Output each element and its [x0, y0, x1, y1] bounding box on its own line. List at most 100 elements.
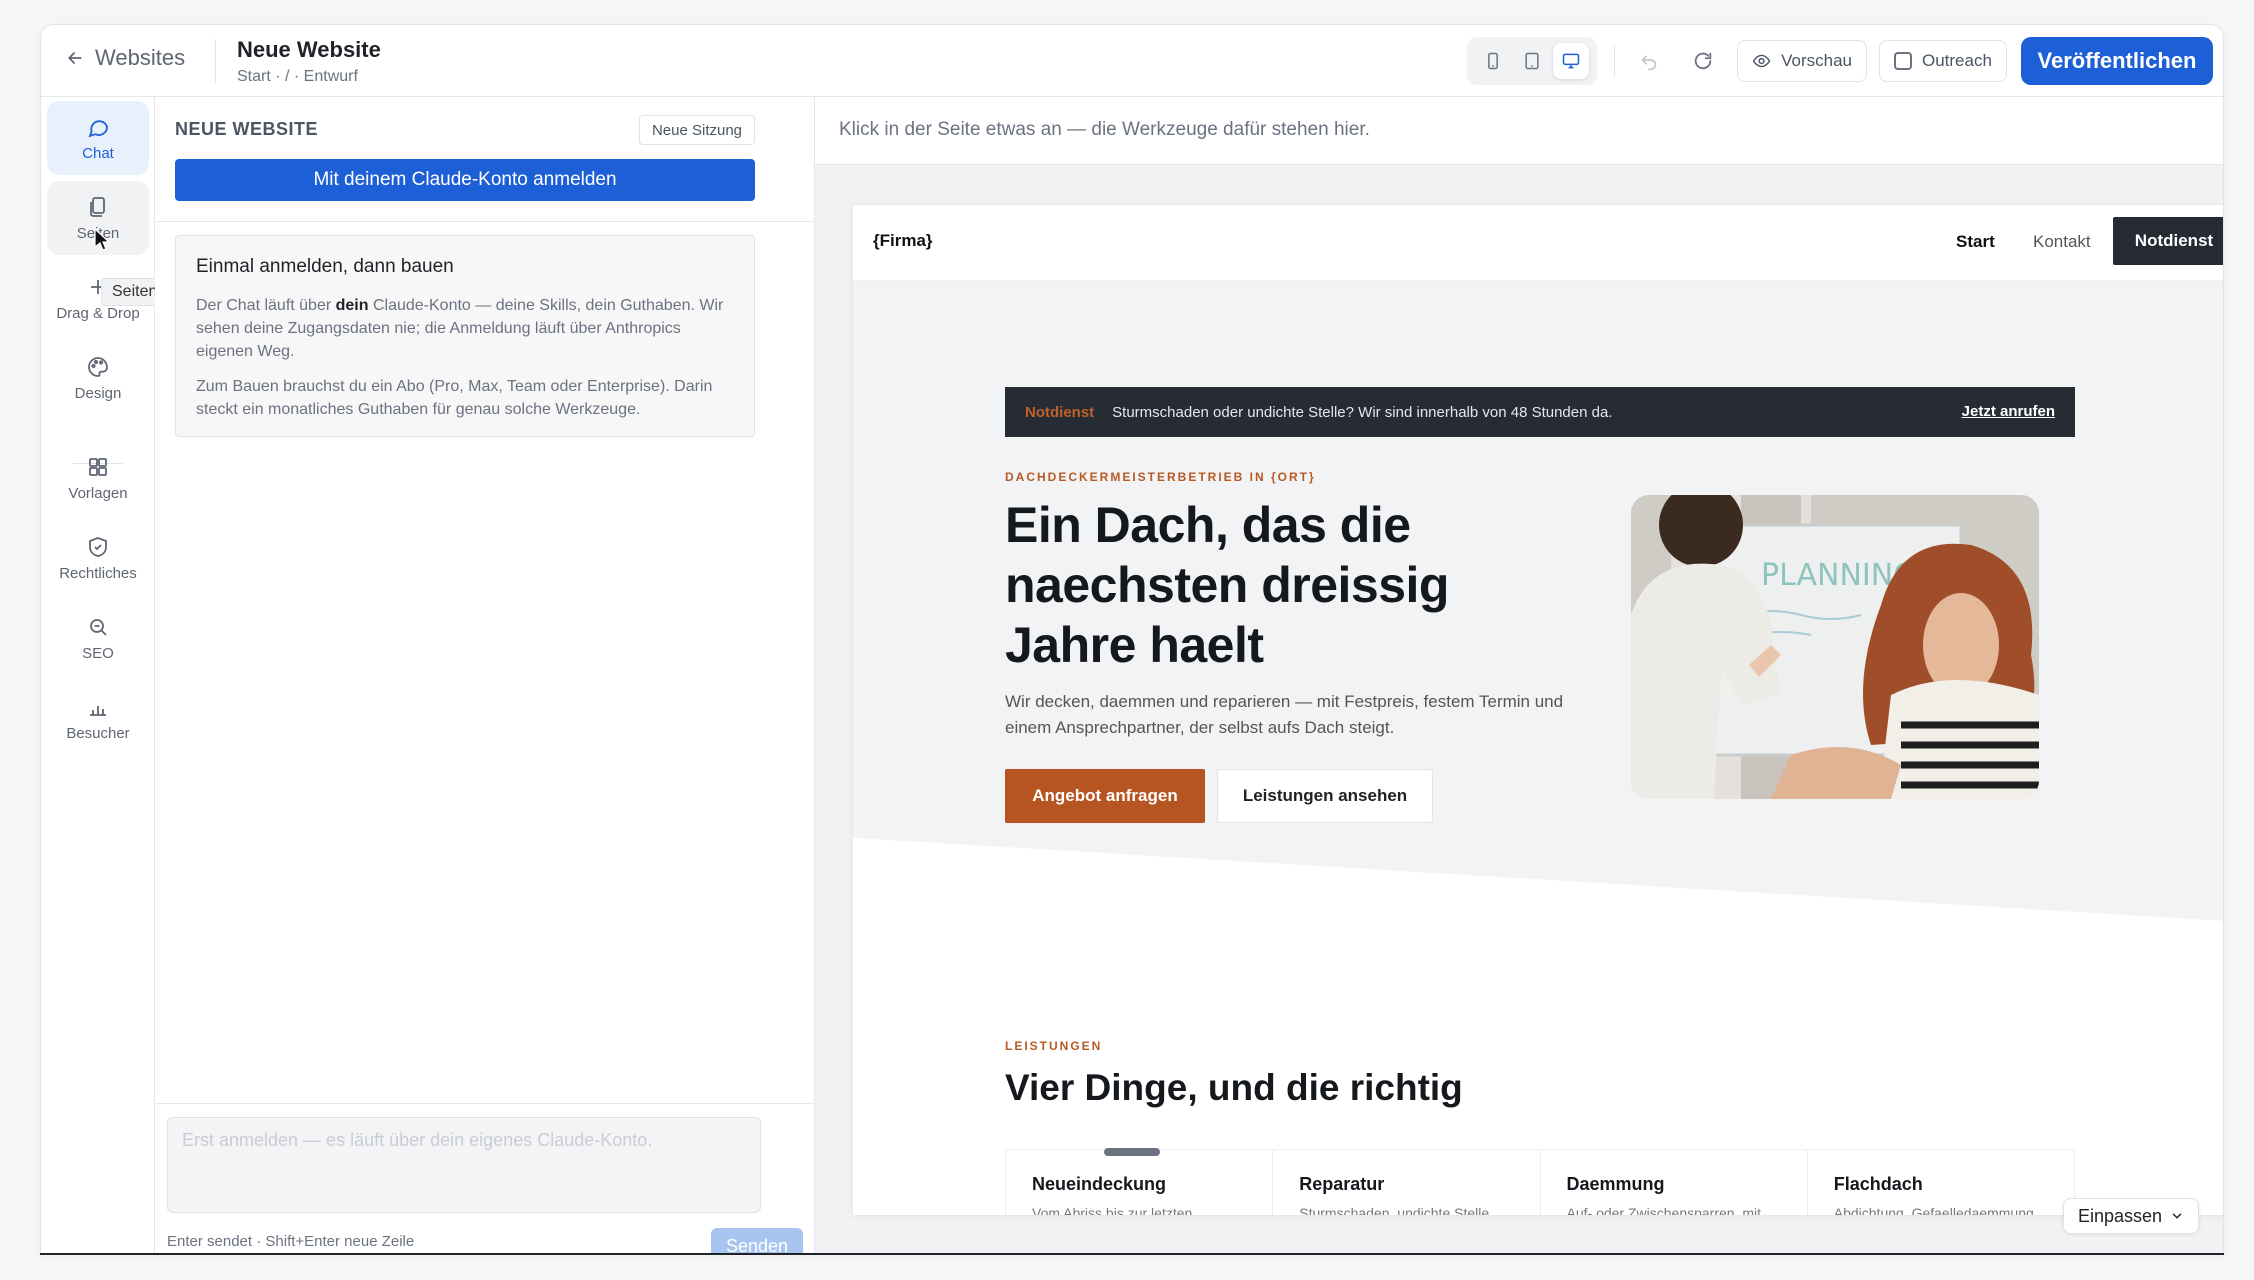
services-grid: Neueindeckung Vom Abriss bis zur letzten… — [1005, 1149, 2075, 1215]
chat-panel: NEUE WEBSITE Neue Sitzung Mit deinem Cla… — [155, 97, 815, 1253]
refresh-icon — [1694, 52, 1712, 70]
device-switcher — [1467, 37, 1597, 85]
site-title: Neue Website — [237, 37, 381, 62]
left-rail: Chat Seiten Drag & Drop Design Vorlagen … — [41, 97, 169, 1253]
divider — [155, 221, 814, 222]
grid-icon — [89, 457, 107, 476]
tablet-view-button[interactable] — [1514, 43, 1550, 79]
rail-label: Design — [74, 384, 122, 402]
palette-icon — [88, 356, 108, 377]
rail-label: Drag & Drop — [56, 304, 140, 322]
back-to-websites-link[interactable]: Websites — [65, 45, 185, 71]
service-card[interactable]: Daemmung Auf- oder Zwischensparren, mit — [1541, 1150, 1808, 1215]
send-button[interactable]: Senden — [711, 1228, 803, 1253]
banner-tag: Notdienst — [1025, 403, 1095, 421]
back-label: Websites — [95, 45, 186, 70]
arrow-left-icon — [67, 52, 82, 64]
rail-label: SEO — [82, 644, 114, 662]
chat-panel-title: NEUE WEBSITE — [175, 119, 319, 139]
site-brand[interactable]: {Firma} — [873, 231, 933, 251]
chevron-down-icon — [2172, 1213, 2182, 1219]
info-card-paragraph: Der Chat läuft über dein Claude-Konto — … — [196, 294, 734, 363]
site-breadcrumb: Start · / · Entwurf — [237, 68, 358, 85]
info-emphasis: dein — [335, 297, 369, 314]
service-text: Auf- oder Zwischensparren, mit — [1566, 1205, 1762, 1215]
canvas-hint: Klick in der Seite etwas an — die Werkze… — [815, 97, 2223, 165]
service-title: Flachdach — [1833, 1174, 1923, 1194]
mouse-cursor-icon — [94, 227, 111, 251]
info-card-paragraph: Zum Bauen brauchst du ein Abo (Pro, Max,… — [196, 378, 713, 418]
shield-check-icon — [89, 536, 107, 557]
tablet-icon — [1525, 52, 1539, 70]
rail-item-seo[interactable]: SEO — [47, 601, 149, 675]
smartphone-icon — [1487, 52, 1498, 70]
emergency-banner[interactable]: Notdienst Sturmschaden oder undichte Ste… — [1005, 387, 2075, 437]
canvas-scroll-handle[interactable] — [1104, 1148, 1160, 1156]
services-title[interactable]: Vier Dinge, und die richtig — [1005, 1067, 1463, 1109]
new-session-button[interactable]: Neue Sitzung — [639, 115, 755, 145]
request-quote-button[interactable]: Angebot anfragen — [1005, 769, 1205, 823]
app-window: Websites Neue Website Start · / · Entwur… — [40, 24, 2224, 1254]
service-text: Abdichtung, Gefaelledaemmung — [1833, 1205, 2034, 1215]
rail-label: Vorlagen — [68, 484, 128, 502]
service-title: Reparatur — [1299, 1174, 1385, 1194]
nav-emergency-button[interactable]: Notdienst — [2113, 217, 2223, 265]
team-planning-photo: PLANNING — [1631, 495, 2039, 799]
rail-label: Besucher — [66, 724, 130, 742]
fit-zoom-dropdown[interactable]: Einpassen — [2063, 1198, 2199, 1234]
call-now-link[interactable]: Jetzt anrufen — [1962, 403, 2055, 420]
website-preview-frame[interactable]: {Firma} Start Kontakt Notdienst Notdiens… — [853, 205, 2223, 1215]
chat-input[interactable] — [167, 1117, 761, 1213]
outreach-checkbox[interactable] — [1894, 52, 1912, 70]
desktop-view-button[interactable] — [1553, 43, 1590, 79]
preview-label: Vorschau — [1781, 51, 1852, 70]
rail-item-design[interactable]: Design — [47, 341, 149, 415]
banner-text: Sturmschaden oder undichte Stelle? Wir s… — [1112, 403, 1613, 421]
service-card[interactable]: Neueindeckung Vom Abriss bis zur letzten — [1006, 1150, 1274, 1215]
refresh-button[interactable] — [1685, 43, 1721, 79]
chat-bubble-icon — [88, 119, 108, 137]
rail-label: Rechtliches — [59, 564, 137, 582]
bar-chart-icon — [90, 705, 106, 716]
site-navbar: {Firma} Start Kontakt Notdienst — [853, 205, 2223, 281]
service-text: Sturmschaden, undichte Stelle — [1299, 1205, 1490, 1215]
top-bar: Websites Neue Website Start · / · Entwur… — [41, 25, 2223, 97]
service-card[interactable]: Flachdach Abdichtung, Gefaelledaemmung — [1808, 1150, 2074, 1215]
eye-icon — [1752, 54, 1771, 68]
publish-button[interactable]: Veröffentlichen — [2021, 37, 2213, 85]
outreach-label: Outreach — [1922, 51, 1992, 70]
rail-label: Chat — [82, 144, 114, 162]
mobile-view-button[interactable] — [1475, 43, 1511, 79]
keyboard-hint: Enter sendet · Shift+Enter neue Zeile — [167, 1233, 415, 1250]
rail-item-legal[interactable]: Rechtliches — [47, 521, 149, 595]
nav-link-start[interactable]: Start — [1956, 232, 1995, 252]
fit-label: Einpassen — [2077, 1205, 2163, 1226]
info-card: Einmal anmelden, dann bauen Der Chat läu… — [175, 235, 755, 437]
canvas-area: Klick in der Seite etwas an — die Werkze… — [815, 97, 2223, 1253]
hero-lead[interactable]: Wir decken, daemmen und reparieren — mit… — [1005, 689, 1565, 741]
hero-headline[interactable]: Ein Dach, das die naechsten dreissig Jah… — [1005, 495, 1565, 675]
pages-icon — [90, 196, 105, 217]
rail-item-visitors[interactable]: Besucher — [47, 681, 149, 755]
outreach-toggle[interactable]: Outreach — [1879, 40, 2007, 82]
window-bottom-edge — [40, 1253, 2224, 1255]
view-services-button[interactable]: Leistungen ansehen — [1217, 769, 1433, 823]
rail-item-templates[interactable]: Vorlagen — [47, 441, 149, 515]
divider — [1614, 45, 1615, 77]
hero-eyebrow[interactable]: DACHDECKERMEISTERBETRIEB IN {ORT} — [1005, 470, 1316, 484]
undo-button[interactable] — [1631, 43, 1667, 79]
monitor-icon — [1563, 53, 1580, 69]
search-icon — [90, 618, 107, 636]
claude-login-button[interactable]: Mit deinem Claude-Konto anmelden — [175, 159, 755, 201]
rail-item-chat[interactable]: Chat — [47, 101, 149, 175]
nav-link-kontakt[interactable]: Kontakt — [2033, 232, 2091, 252]
service-title: Neueindeckung — [1032, 1174, 1167, 1194]
hero-image[interactable]: PLANNING — [1631, 495, 2039, 799]
info-text: Der Chat läuft über — [196, 297, 336, 314]
preview-button[interactable]: Vorschau — [1737, 40, 1867, 82]
services-eyebrow[interactable]: LEISTUNGEN — [1005, 1039, 1102, 1053]
service-card[interactable]: Reparatur Sturmschaden, undichte Stelle — [1273, 1150, 1541, 1215]
service-text: Vom Abriss bis zur letzten — [1032, 1205, 1193, 1215]
divider — [155, 1103, 814, 1104]
undo-icon — [1641, 55, 1657, 71]
